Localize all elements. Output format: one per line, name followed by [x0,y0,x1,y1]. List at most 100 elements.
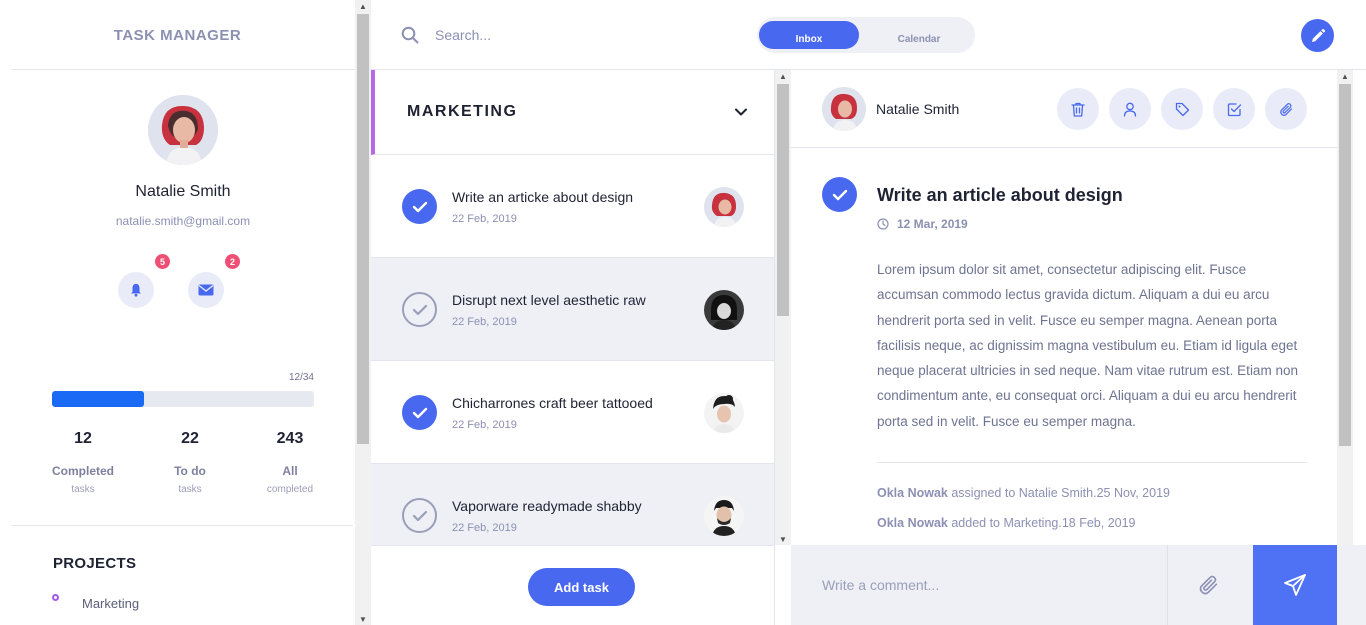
messages-button[interactable] [188,272,224,308]
task-list-scrollbar[interactable]: ▲ ▼ [775,70,791,545]
notifications-button[interactable] [118,272,154,308]
app-title: TASK MANAGER [113,26,242,44]
project-color-dot [52,594,59,601]
stat-sublabel: tasks [71,484,95,495]
check-icon [832,189,847,200]
scroll-down-arrow[interactable]: ▼ [775,533,791,545]
detail-avatar [822,87,866,131]
clock-icon [877,218,889,230]
comment-input[interactable] [822,573,1152,597]
scroll-thumb[interactable] [1339,84,1351,446]
scroll-thumb[interactable] [777,84,789,316]
stat-sublabel: completed [266,484,314,495]
stat-value: 12 [74,430,92,447]
stat-label: Completed [51,464,114,478]
view-tabs: Inbox Calendar [757,17,975,53]
new-task-button[interactable] [1301,19,1334,52]
stat-value: 22 [181,430,199,447]
task-checkbox[interactable] [402,292,437,327]
bell-icon [131,283,141,297]
project-item-marketing[interactable]: Marketing [82,596,139,611]
detail-title: Write an article about design [877,185,1123,205]
detail-user-name: Natalie Smith [876,101,960,117]
task-checkbox[interactable] [402,498,437,533]
task-row[interactable]: Vaporware readymade shabby 22 Feb, 2019 [371,464,774,545]
task-title: Chicharrones craft beer tattooed [452,395,653,411]
user-icon [1123,102,1137,117]
activity-text: assigned to Natalie Smith.25 Nov, 2019 [947,486,1170,500]
scroll-down-arrow[interactable]: ▼ [355,613,371,625]
search-input[interactable] [435,24,695,46]
scroll-up-arrow[interactable]: ▲ [1337,70,1353,82]
stat-all: 243 All completed [250,430,330,495]
check-icon [412,304,427,315]
stat-completed: 12 Completed tasks [43,430,123,495]
list-header: MARKETING [371,70,774,155]
stat-value: 243 [276,430,304,447]
top-bar: Inbox Calendar [371,0,1366,70]
mail-icon [198,284,214,296]
task-detail: Natalie Smith Write an article about des… [791,70,1337,545]
progress-bar [52,391,314,407]
sidebar-scrollbar[interactable]: ▲ ▼ [355,0,371,625]
task-title: Write an articke about design [452,189,634,205]
scroll-up-arrow[interactable]: ▲ [355,0,371,12]
complete-button[interactable] [1213,88,1255,130]
notifications-badge: 5 [155,254,170,269]
progress-fill [52,391,145,407]
task-date: 22 Feb, 2019 [452,213,517,225]
task-checkbox[interactable] [402,395,437,430]
task-title: Vaporware readymade shabby [452,498,642,514]
sidebar: TASK MANAGER Natalie Smith natalie.smith… [0,0,355,625]
task-title: Disrupt next level aesthetic raw [452,292,646,308]
profile-email: natalie.smith@gmail.com [115,214,251,228]
assignee-avatar [704,393,744,433]
scroll-up-arrow[interactable]: ▲ [775,70,791,82]
task-row[interactable]: Chicharrones craft beer tattooed 22 Feb,… [371,361,774,464]
scroll-thumb[interactable] [357,14,369,444]
task-list: MARKETING Write an articke about design … [371,70,775,545]
task-date: 22 Feb, 2019 [452,316,517,328]
list-footer: Add task [371,545,775,625]
activity-item: Okla Nowak added to Marketing.18 Feb, 20… [877,516,1136,530]
comment-attach-button[interactable] [1191,570,1227,600]
check-icon [412,407,427,418]
tag-button[interactable] [1161,88,1203,130]
assign-user-button[interactable] [1109,88,1151,130]
activity-actor: Okla Nowak [877,486,948,500]
paperclip-icon [1199,575,1218,595]
activity-item: Okla Nowak assigned to Natalie Smith.25 … [877,486,1170,500]
send-icon [1284,574,1306,596]
list-title: MARKETING [407,103,518,120]
add-task-button[interactable]: Add task [528,568,635,606]
check-square-icon [1227,102,1241,116]
profile-avatar[interactable] [148,95,218,165]
stat-sublabel: tasks [178,484,202,495]
detail-complete-checkbox[interactable] [822,177,857,212]
stat-label: All [282,464,298,478]
activity-text: added to Marketing.18 Feb, 2019 [947,516,1136,530]
task-date: 22 Feb, 2019 [452,522,517,534]
divider [12,69,355,70]
comment-bar [791,545,1366,625]
tab-inbox[interactable]: Inbox [759,21,859,49]
task-row[interactable]: Write an articke about design 22 Feb, 20… [371,155,774,258]
projects-title: PROJECTS [53,555,137,572]
paperclip-icon [1279,102,1292,116]
chevron-down-icon[interactable] [733,104,749,120]
delete-button[interactable] [1057,88,1099,130]
send-comment-button[interactable] [1253,545,1337,625]
search-icon[interactable] [401,26,419,44]
pencil-icon [1311,28,1325,42]
divider [877,462,1307,463]
task-checkbox[interactable] [402,189,437,224]
divider [12,525,353,526]
tab-calendar[interactable]: Calendar [869,21,969,49]
detail-scrollbar[interactable]: ▲ ▼ [1337,70,1353,625]
check-icon [412,201,427,212]
messages-badge: 2 [225,254,240,269]
progress-label: 12/34 [288,372,314,383]
task-row[interactable]: Disrupt next level aesthetic raw 22 Feb,… [371,258,774,361]
attach-file-button[interactable] [1265,88,1307,130]
divider [1167,545,1168,625]
